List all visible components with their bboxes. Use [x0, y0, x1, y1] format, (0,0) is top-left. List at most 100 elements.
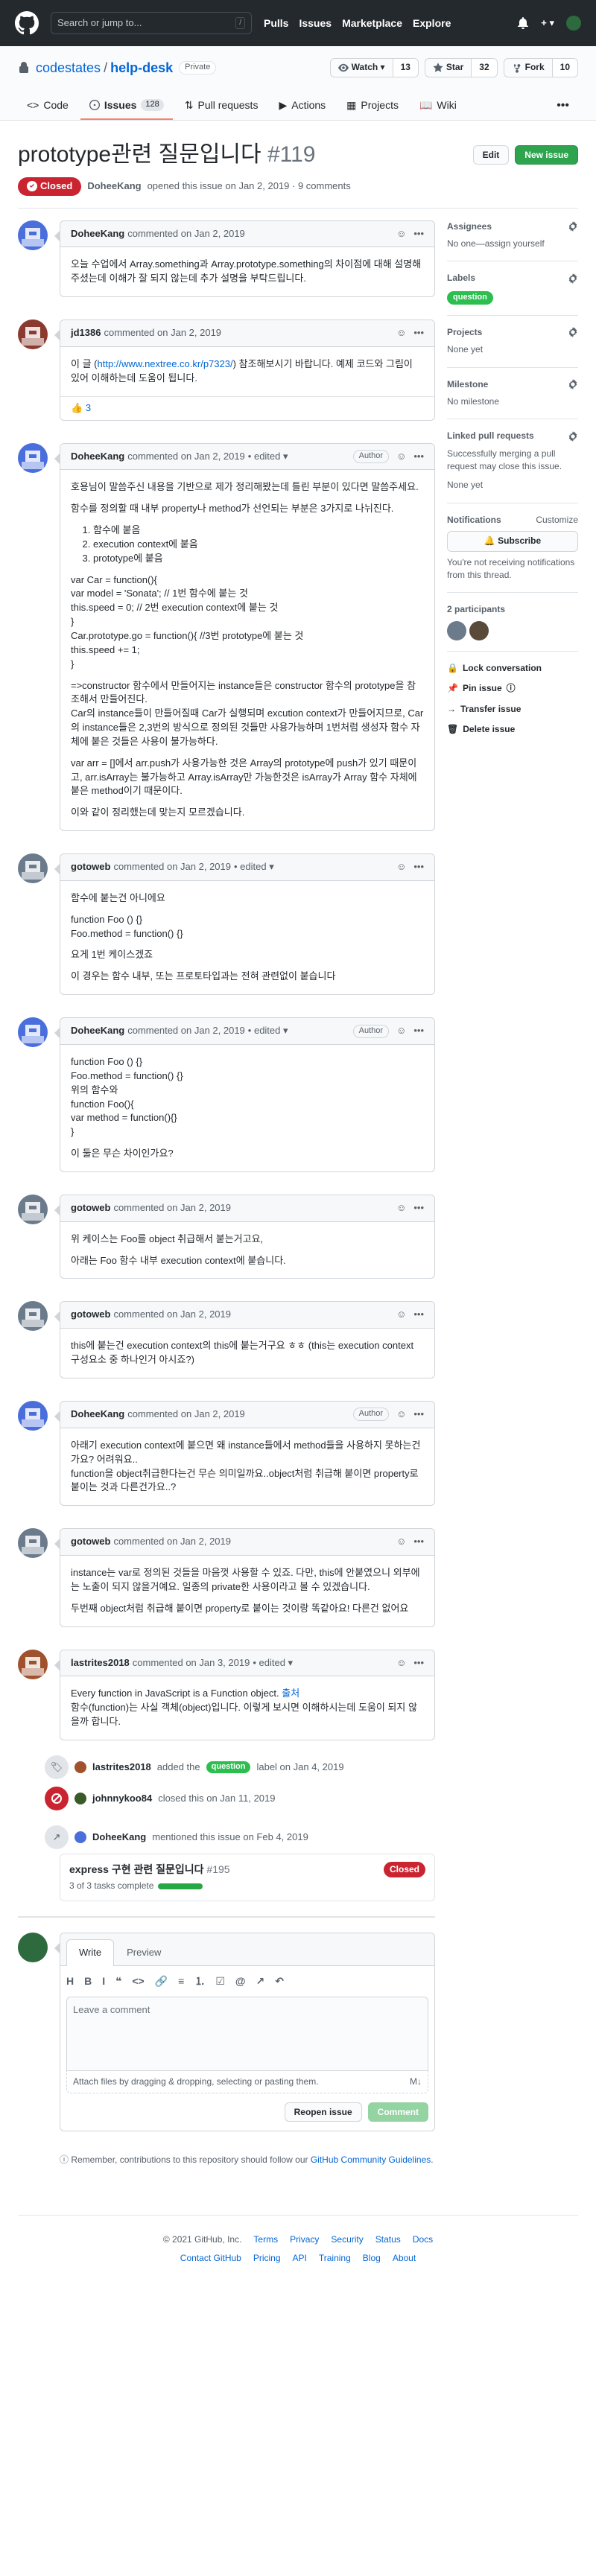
- comment-menu-kebab-icon[interactable]: •••: [413, 1201, 424, 1215]
- referenced-issue-title[interactable]: express 구현 관련 질문입니다 #195: [69, 1862, 230, 1877]
- tab-pull-requests[interactable]: ⇅ Pull requests: [176, 92, 267, 120]
- emoji-reaction-icon[interactable]: ☺: [396, 1656, 406, 1670]
- footer-link-docs[interactable]: Docs: [413, 2233, 433, 2246]
- emoji-reaction-icon[interactable]: ☺: [396, 326, 406, 340]
- linked-prs-heading[interactable]: Linked pull requests: [447, 430, 578, 442]
- search-input[interactable]: Search or jump to... /: [51, 12, 252, 34]
- more-tabs-button[interactable]: •••: [548, 91, 578, 120]
- comment-timestamp[interactable]: commented on Jan 2, 2019: [113, 1308, 231, 1322]
- comment-author[interactable]: DoheeKang: [71, 1408, 124, 1422]
- bulleted-list-icon[interactable]: ≡: [178, 1974, 184, 1988]
- event-actor[interactable]: johnnykoo84: [92, 1792, 152, 1806]
- emoji-reaction-icon[interactable]: ☺: [396, 450, 406, 464]
- comment-menu-kebab-icon[interactable]: •••: [413, 1308, 424, 1322]
- tab-issues[interactable]: Issues 128: [80, 92, 173, 121]
- fork-count[interactable]: 10: [551, 59, 577, 77]
- tab-write[interactable]: Write: [66, 1939, 115, 1967]
- label-question[interactable]: question: [206, 1761, 251, 1773]
- participant-avatar[interactable]: [447, 620, 466, 640]
- tab-code[interactable]: <> Code: [18, 92, 77, 120]
- mention-icon[interactable]: @: [235, 1974, 246, 1988]
- comment-submit-button[interactable]: Comment: [367, 2102, 428, 2122]
- avatar[interactable]: [18, 1528, 48, 1559]
- comment-menu-kebab-icon[interactable]: •••: [413, 1024, 424, 1038]
- avatar[interactable]: [18, 1017, 48, 1048]
- avatar[interactable]: [18, 1649, 48, 1679]
- comment-link[interactable]: 출처: [282, 1688, 299, 1699]
- comment-timestamp[interactable]: commented on Jan 2, 2019: [127, 450, 245, 464]
- repo-name-link[interactable]: help-desk: [110, 58, 173, 77]
- assignees-heading[interactable]: Assignees: [447, 220, 578, 233]
- labels-heading[interactable]: Labels: [447, 272, 578, 284]
- create-new-button[interactable]: + ▾: [541, 16, 554, 31]
- thumbs-up-reaction[interactable]: 👍 3: [71, 402, 91, 413]
- task-list-icon[interactable]: ☑: [215, 1974, 225, 1988]
- event-actor[interactable]: DoheeKang: [92, 1831, 146, 1845]
- actor-avatar[interactable]: [74, 1792, 86, 1804]
- tab-preview[interactable]: Preview: [114, 1939, 174, 1966]
- star-count[interactable]: 32: [471, 59, 497, 77]
- issue-author[interactable]: DoheeKang: [87, 179, 141, 194]
- bell-icon[interactable]: [517, 17, 529, 29]
- footer-link-terms[interactable]: Terms: [253, 2233, 278, 2246]
- nav-marketplace[interactable]: Marketplace: [342, 16, 402, 31]
- event-actor[interactable]: lastrites2018: [92, 1761, 151, 1775]
- comment-menu-kebab-icon[interactable]: •••: [413, 450, 424, 464]
- avatar[interactable]: [18, 1301, 48, 1332]
- edited-dropdown[interactable]: • edited ▾: [248, 450, 288, 464]
- comment-menu-kebab-icon[interactable]: •••: [413, 1656, 424, 1670]
- customize-notifications-link[interactable]: Customize: [536, 514, 578, 527]
- footer-link-status[interactable]: Status: [375, 2233, 401, 2246]
- label-question[interactable]: question: [447, 290, 493, 305]
- participant-avatar[interactable]: [469, 620, 489, 640]
- code-icon[interactable]: <>: [132, 1974, 144, 1988]
- edited-dropdown[interactable]: • edited ▾: [248, 1024, 288, 1038]
- comment-author[interactable]: DoheeKang: [71, 227, 124, 241]
- github-logo-icon[interactable]: [15, 11, 39, 35]
- avatar[interactable]: [18, 1400, 48, 1431]
- gear-icon[interactable]: [568, 327, 578, 338]
- gear-icon[interactable]: [568, 379, 578, 390]
- referenced-issue[interactable]: express 구현 관련 질문입니다 #195 3 of 3 tasks com…: [60, 1853, 435, 1901]
- gear-icon[interactable]: [568, 221, 578, 232]
- comment-menu-kebab-icon[interactable]: •••: [413, 1535, 424, 1549]
- footer-link-training[interactable]: Training: [319, 2252, 351, 2265]
- actor-avatar[interactable]: [74, 1761, 86, 1773]
- comment-author[interactable]: gotoweb: [71, 1201, 110, 1215]
- reopen-issue-button[interactable]: Reopen issue: [284, 2102, 362, 2122]
- projects-heading[interactable]: Projects: [447, 326, 578, 339]
- comment-timestamp[interactable]: commented on Jan 2, 2019: [113, 1201, 231, 1215]
- comment-timestamp[interactable]: commented on Jan 2, 2019: [113, 860, 231, 874]
- emoji-reaction-icon[interactable]: ☺: [396, 1535, 406, 1549]
- assignees-value[interactable]: No one—assign yourself: [447, 238, 578, 250]
- heading-icon[interactable]: H: [66, 1974, 74, 1988]
- footer-link-about[interactable]: About: [393, 2252, 416, 2265]
- emoji-reaction-icon[interactable]: ☺: [396, 1408, 406, 1422]
- tab-actions[interactable]: ▶ Actions: [270, 92, 335, 120]
- gear-icon[interactable]: [568, 430, 578, 442]
- comment-menu-kebab-icon[interactable]: •••: [413, 860, 424, 874]
- edited-dropdown[interactable]: • edited ▾: [234, 860, 274, 874]
- gear-icon[interactable]: [568, 273, 578, 284]
- attach-files-area[interactable]: Attach files by dragging & dropping, sel…: [66, 2070, 428, 2094]
- user-avatar[interactable]: [566, 16, 581, 31]
- footer-link-pricing[interactable]: Pricing: [253, 2252, 281, 2265]
- avatar[interactable]: [18, 1194, 48, 1224]
- comment-timestamp[interactable]: commented on Jan 2, 2019: [113, 1535, 231, 1549]
- comment-timestamp[interactable]: commented on Jan 2, 2019: [127, 1408, 245, 1422]
- subscribe-button[interactable]: 🔔 Subscribe: [447, 531, 578, 552]
- comment-author[interactable]: jd1386: [71, 326, 101, 340]
- comment-author[interactable]: gotoweb: [71, 860, 110, 874]
- star-button[interactable]: Star 32: [424, 58, 498, 77]
- footer-link-api[interactable]: API: [293, 2252, 307, 2265]
- link-icon[interactable]: 🔗: [155, 1974, 168, 1988]
- comment-menu-kebab-icon[interactable]: •••: [413, 227, 424, 241]
- delete-issue-button[interactable]: 🗑 Delete issue: [447, 723, 578, 736]
- new-issue-button[interactable]: New issue: [515, 145, 578, 165]
- footer-link-contact[interactable]: Contact GitHub: [180, 2252, 241, 2265]
- actor-avatar[interactable]: [74, 1831, 86, 1843]
- tab-wiki[interactable]: 📖 Wiki: [410, 92, 466, 120]
- emoji-reaction-icon[interactable]: ☺: [396, 1308, 406, 1322]
- nav-issues[interactable]: Issues: [299, 16, 332, 31]
- watch-button[interactable]: Watch ▾ 13: [329, 58, 419, 77]
